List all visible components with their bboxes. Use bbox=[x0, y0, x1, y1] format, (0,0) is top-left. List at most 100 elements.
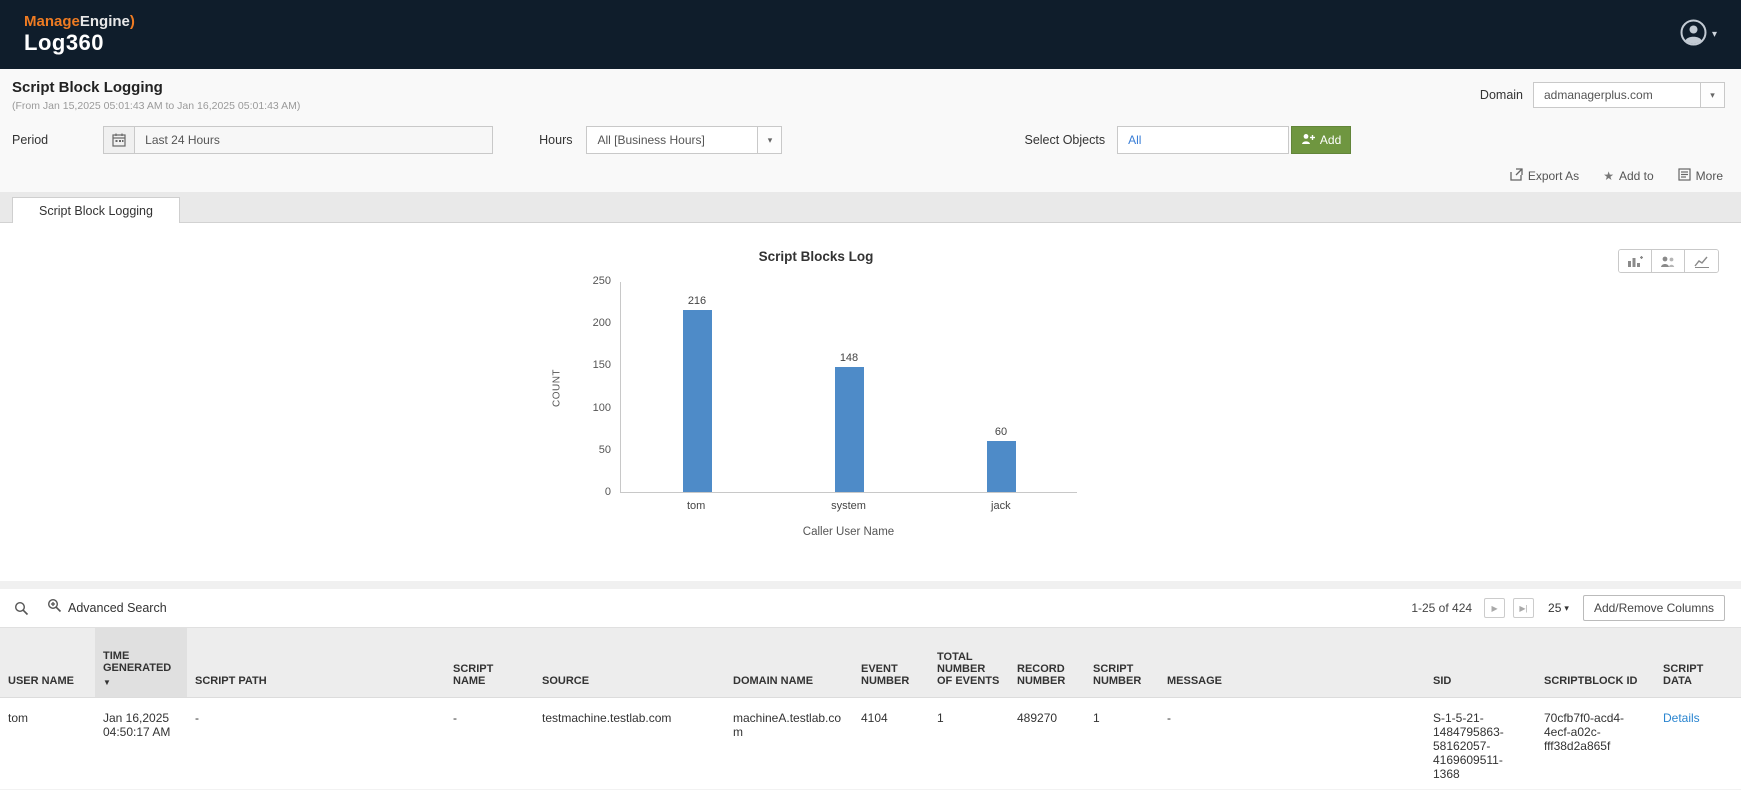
next-page-button[interactable]: ▶ bbox=[1484, 598, 1506, 618]
add-to-button[interactable]: ★ Add to bbox=[1603, 169, 1653, 183]
pagination-range: 1-25 of 424 bbox=[1411, 601, 1473, 615]
column-header-source[interactable]: SOURCE bbox=[534, 627, 725, 698]
table-row: tom Jan 16,2025 04:50:17 AM - - testmach… bbox=[0, 697, 1741, 790]
advanced-search-button[interactable]: Advanced Search bbox=[47, 598, 167, 618]
users-view-icon[interactable] bbox=[1652, 250, 1685, 272]
more-list-icon bbox=[1678, 168, 1691, 184]
cell-script-name: - bbox=[445, 697, 534, 790]
column-header-domain-name[interactable]: DOMAIN NAME bbox=[725, 627, 853, 698]
chart-bar[interactable] bbox=[834, 367, 864, 492]
tab-script-block-logging[interactable]: Script Block Logging bbox=[12, 197, 180, 225]
table-header-row: USER NAME TIME GENERATED ▼ SCRIPT PATH S… bbox=[0, 627, 1741, 698]
add-objects-button-label: Add bbox=[1319, 133, 1342, 147]
line-chart-view-icon[interactable] bbox=[1685, 250, 1718, 272]
hours-select[interactable]: All [Business Hours] ▾ bbox=[586, 126, 783, 154]
table-panel: Advanced Search 1-25 of 424 ▶ ▶| 25 ▾ Ad… bbox=[0, 589, 1741, 793]
chart-y-tick-label: 50 bbox=[598, 443, 611, 456]
actions-row: Export As ★ Add to More bbox=[0, 154, 1741, 192]
title-row: Script Block Logging (From Jan 15,2025 0… bbox=[0, 69, 1741, 112]
domain-label: Domain bbox=[1479, 88, 1523, 102]
brand-manage: Manage bbox=[24, 12, 80, 30]
bar-chart-view-icon[interactable] bbox=[1619, 250, 1652, 272]
chart-y-tick-label: 250 bbox=[592, 275, 611, 287]
results-table: USER NAME TIME GENERATED ▼ SCRIPT PATH S… bbox=[0, 627, 1741, 790]
more-button[interactable]: More bbox=[1678, 168, 1723, 184]
cell-user-name: tom bbox=[0, 697, 95, 790]
tab-strip: Script Block Logging bbox=[0, 192, 1741, 225]
page-subtitle: (From Jan 15,2025 05:01:43 AM to Jan 16,… bbox=[12, 100, 301, 112]
brand-swoosh-icon: ) bbox=[129, 12, 135, 30]
chart-category-label: tom bbox=[686, 500, 706, 512]
cell-script-path: - bbox=[187, 697, 445, 790]
cell-source: testmachine.testlab.com bbox=[534, 697, 725, 790]
chart-y-tick-label: 100 bbox=[592, 401, 611, 414]
cell-message: - bbox=[1159, 697, 1425, 790]
last-page-button[interactable]: ▶| bbox=[1513, 598, 1535, 618]
more-label: More bbox=[1695, 169, 1723, 183]
user-avatar-icon[interactable] bbox=[1680, 19, 1707, 51]
column-header-record-number[interactable]: RECORD NUMBER bbox=[1009, 627, 1085, 698]
chart-title: Script Blocks Log bbox=[758, 249, 874, 264]
chart-tools bbox=[1618, 249, 1719, 273]
add-objects-button[interactable]: Add bbox=[1291, 126, 1352, 154]
chart-panel: Script Blocks Log COUNT 0 50 100 150 200 250 … bbox=[0, 223, 1741, 581]
add-to-label: Add to bbox=[1618, 169, 1654, 183]
chart-bar-value-label: 148 bbox=[839, 352, 859, 364]
cell-scriptblock-id: 70cfb7f0-acd4-4ecf-a02c-fff38d2a865f bbox=[1536, 697, 1655, 790]
page-size-select[interactable]: 25 ▾ bbox=[1548, 601, 1569, 615]
search-icon[interactable] bbox=[14, 601, 29, 616]
cell-domain-name: machineA.testlab.com bbox=[725, 697, 853, 790]
column-header-time-generated-label: TIME GENERATED bbox=[103, 650, 172, 674]
domain-select[interactable]: admanagerplus.com ▾ bbox=[1533, 82, 1725, 108]
chevron-down-icon: ▾ bbox=[1700, 83, 1724, 107]
advanced-search-icon bbox=[47, 598, 62, 618]
chart-y-tick-label: 150 bbox=[592, 359, 611, 372]
column-header-time-generated[interactable]: TIME GENERATED ▼ bbox=[95, 627, 187, 698]
top-bar: ManageEngine) Log360 ▾ bbox=[0, 0, 1741, 69]
column-header-script-data[interactable]: SCRIPT DATA bbox=[1655, 627, 1741, 698]
chart-category-label: system bbox=[831, 500, 866, 512]
brand-engine: Engine bbox=[79, 12, 130, 30]
period-label: Period bbox=[12, 133, 49, 147]
subheader: Script Block Logging (From Jan 15,2025 0… bbox=[0, 69, 1741, 192]
page-size-value: 25 bbox=[1548, 601, 1562, 615]
column-header-message[interactable]: MESSAGE bbox=[1159, 627, 1425, 698]
add-remove-columns-button[interactable]: Add/Remove Columns bbox=[1582, 595, 1725, 621]
cell-record-number: 489270 bbox=[1009, 697, 1085, 790]
chart-y-tick-label: 200 bbox=[592, 317, 611, 330]
column-header-script-path[interactable]: SCRIPT PATH bbox=[187, 627, 445, 698]
account-menu[interactable]: ▾ bbox=[1680, 19, 1717, 51]
export-as-label: Export As bbox=[1527, 169, 1580, 183]
brand-logo: ManageEngine) Log360 bbox=[24, 12, 135, 56]
table-toolbar: Advanced Search 1-25 of 424 ▶ ▶| 25 ▾ Ad… bbox=[0, 589, 1741, 627]
account-caret-icon[interactable]: ▾ bbox=[1712, 29, 1717, 40]
column-header-event-number[interactable]: EVENT NUMBER bbox=[853, 627, 929, 698]
cell-event-number: 4104 bbox=[853, 697, 929, 790]
column-header-user-name[interactable]: USER NAME bbox=[0, 627, 95, 698]
chart-bar[interactable] bbox=[682, 310, 712, 492]
chart-x-axis-title: Caller User Name bbox=[802, 526, 895, 538]
advanced-search-label: Advanced Search bbox=[68, 601, 167, 615]
hours-select-value: All [Business Hours] bbox=[597, 133, 705, 147]
domain-select-value: admanagerplus.com bbox=[1544, 88, 1653, 102]
calendar-icon[interactable] bbox=[103, 126, 136, 154]
chart-bar-value-label: 216 bbox=[687, 295, 707, 307]
column-header-total-number-of-events[interactable]: TOTAL NUMBER OF EVENTS bbox=[929, 627, 1009, 698]
script-data-details-link[interactable]: Details bbox=[1663, 711, 1700, 725]
column-header-script-name[interactable]: SCRIPT NAME bbox=[445, 627, 534, 698]
filter-row: Period Hours All [Business Hours] ▾ Sele… bbox=[0, 112, 1741, 154]
cell-sid: S-1-5-21-1484795863-58162057-4169609511-… bbox=[1425, 697, 1536, 790]
export-icon bbox=[1510, 168, 1523, 184]
column-header-script-number[interactable]: SCRIPT NUMBER bbox=[1085, 627, 1159, 698]
column-header-scriptblock-id[interactable]: SCRIPTBLOCK ID bbox=[1536, 627, 1655, 698]
add-user-icon bbox=[1301, 133, 1315, 148]
export-as-button[interactable]: Export As bbox=[1510, 168, 1579, 184]
chart-bar[interactable] bbox=[986, 441, 1016, 492]
chart-y-axis: 0 50 100 150 200 250 bbox=[566, 275, 620, 498]
select-objects-input[interactable] bbox=[1117, 126, 1290, 154]
select-objects-label: Select Objects bbox=[1024, 133, 1106, 147]
column-header-sid[interactable]: SID bbox=[1425, 627, 1536, 698]
chart-y-tick-label: 0 bbox=[604, 486, 611, 498]
star-icon: ★ bbox=[1603, 169, 1614, 183]
period-input[interactable] bbox=[135, 126, 494, 154]
